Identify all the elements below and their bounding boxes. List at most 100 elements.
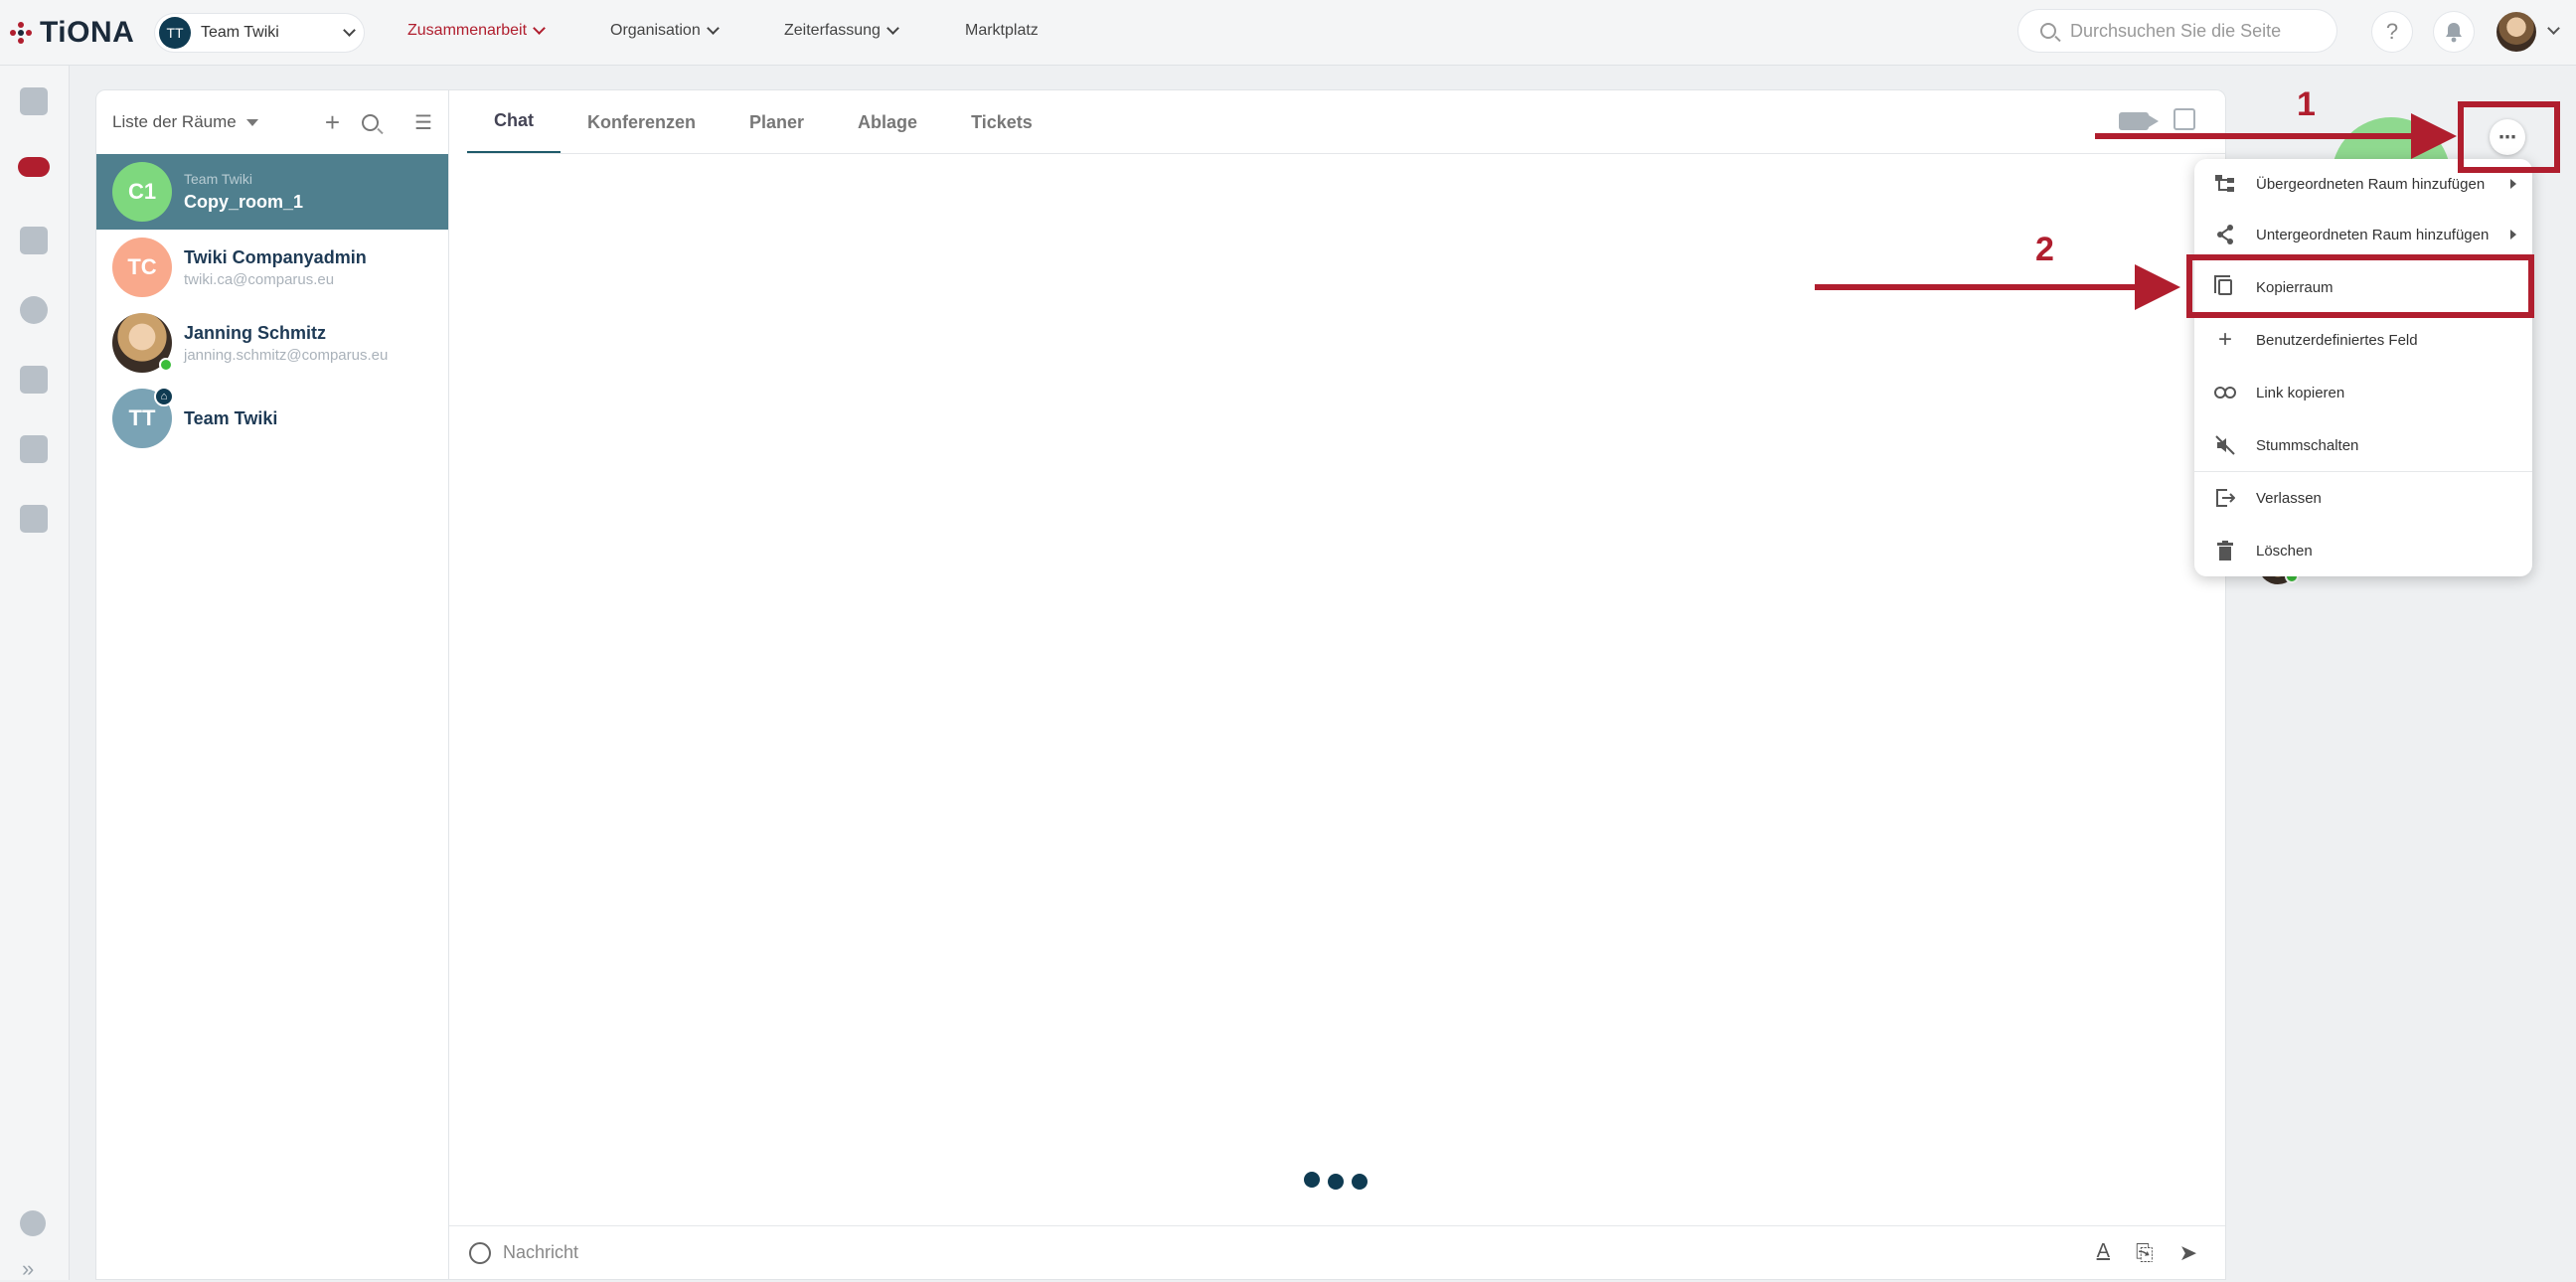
room-name: Twiki Companyadmin bbox=[184, 246, 367, 267]
room-sub: janning.schmitz@comparus.eu bbox=[184, 346, 389, 364]
tab-konferenzen[interactable]: Konferenzen bbox=[561, 90, 723, 154]
left-rail: » bbox=[0, 66, 70, 1282]
logo[interactable]: TiONA bbox=[10, 16, 134, 50]
menu-item-leave[interactable]: Verlassen bbox=[2194, 473, 2532, 523]
nav-label: Zeiterfassung bbox=[784, 22, 881, 39]
menu-item-label: Link kopieren bbox=[2256, 384, 2345, 401]
divider bbox=[467, 153, 2225, 154]
chevron-down-icon bbox=[343, 23, 356, 37]
room-list-header: Liste der Räume + ☰ bbox=[96, 90, 448, 154]
sort-icon[interactable]: ☰ bbox=[414, 110, 432, 135]
timer-icon[interactable] bbox=[20, 296, 48, 324]
message-input[interactable]: Nachricht bbox=[503, 1242, 578, 1263]
room-name: Janning Schmitz bbox=[184, 322, 327, 343]
document-icon[interactable] bbox=[20, 366, 48, 394]
room-avatar: TT ⌂ bbox=[112, 387, 174, 448]
team-select[interactable]: TT Team Twiki bbox=[155, 14, 364, 52]
calendar-icon[interactable] bbox=[20, 227, 48, 254]
trash-icon bbox=[2214, 540, 2236, 561]
annotation-arrow-head bbox=[2411, 113, 2457, 159]
top-bar: TiONA TT Team Twiki Zusammenarbeit Organ… bbox=[0, 0, 2576, 66]
room-list-title[interactable]: Liste der Räume bbox=[112, 112, 258, 132]
chevron-down-icon bbox=[706, 21, 720, 35]
room-team: Team Twiki bbox=[184, 171, 252, 187]
tab-ablage[interactable]: Ablage bbox=[831, 90, 944, 154]
video-call-icon[interactable] bbox=[2119, 112, 2159, 130]
annotation-step-2: 2 bbox=[2035, 231, 2054, 268]
room-avatar: TC bbox=[112, 238, 172, 297]
tab-chat[interactable]: Chat bbox=[467, 90, 561, 154]
room-list: Liste der Räume + ☰ C1 Team Twiki Copy_r… bbox=[95, 89, 449, 1280]
highlight-copy-room bbox=[2186, 254, 2534, 318]
search-input[interactable]: Durchsuchen Sie die Seite bbox=[2018, 10, 2336, 52]
team-select-label: Team Twiki bbox=[201, 24, 279, 41]
menu-item-label: Verlassen bbox=[2256, 489, 2322, 507]
help-icon: ? bbox=[2385, 19, 2399, 44]
online-status-icon bbox=[159, 358, 173, 372]
nav-marktplatz[interactable]: Marktplatz bbox=[965, 22, 1039, 40]
room-avatar: C1 bbox=[112, 162, 172, 222]
nav-label: Organisation bbox=[610, 22, 701, 39]
annotation-arrow-head bbox=[2135, 264, 2180, 310]
add-room-icon[interactable]: + bbox=[325, 107, 340, 138]
link-icon bbox=[2214, 382, 2236, 403]
notifications-button[interactable] bbox=[2434, 12, 2474, 52]
highlight-more-button bbox=[2458, 101, 2560, 173]
tab-planer[interactable]: Planer bbox=[723, 90, 831, 154]
menu-item-custom-field[interactable]: + Benutzerdefiniertes Feld bbox=[2194, 315, 2532, 365]
annotation-arrow-line bbox=[1815, 284, 2139, 290]
menu-item-label: Stummschalten bbox=[2256, 436, 2359, 454]
help-button[interactable]: ? bbox=[2372, 12, 2412, 52]
room-name: Copy_room_1 bbox=[184, 192, 304, 212]
menu-item-copy-link[interactable]: Link kopieren bbox=[2194, 368, 2532, 417]
share-icon bbox=[2214, 224, 2236, 245]
room-name: Team Twiki bbox=[184, 407, 278, 428]
search-placeholder: Durchsuchen Sie die Seite bbox=[2070, 20, 2282, 41]
dashboard-icon[interactable] bbox=[20, 87, 48, 115]
loading-dot bbox=[1328, 1174, 1344, 1190]
team-avatar: TT bbox=[159, 17, 191, 49]
loading-indicator bbox=[1304, 1172, 1368, 1190]
tabs: Chat Konferenzen Planer Ablage Tickets bbox=[467, 90, 1059, 154]
nav-organisation[interactable]: Organisation bbox=[610, 21, 720, 40]
tab-tickets[interactable]: Tickets bbox=[944, 90, 1059, 154]
search-icon[interactable] bbox=[362, 113, 380, 131]
room-context-menu: Übergeordneten Raum hinzufügen Untergeor… bbox=[2194, 159, 2532, 576]
attachment-icon[interactable]: ⎘ bbox=[2136, 1240, 2154, 1266]
chevron-down-icon bbox=[533, 21, 546, 35]
menu-item-label: Übergeordneten Raum hinzufügen bbox=[2256, 175, 2486, 193]
menu-item-mute[interactable]: Stummschalten bbox=[2194, 420, 2532, 470]
logo-text: TiONA bbox=[40, 16, 135, 49]
plus-icon: + bbox=[2217, 326, 2232, 353]
menu-item-add-child-room[interactable]: Untergeordneten Raum hinzufügen bbox=[2194, 210, 2532, 259]
nav-label: Marktplatz bbox=[965, 22, 1039, 39]
user-settings-icon[interactable] bbox=[20, 1210, 46, 1236]
room-item-copy-room-1[interactable]: C1 Team Twiki Copy_room_1 bbox=[96, 154, 448, 230]
briefcase-icon[interactable] bbox=[20, 505, 48, 533]
menu-item-delete[interactable]: Löschen bbox=[2194, 526, 2532, 575]
toggle-panel-icon[interactable] bbox=[2174, 108, 2195, 130]
message-composer[interactable]: Nachricht A ⎘ ➤ bbox=[449, 1225, 2225, 1279]
submenu-arrow-icon bbox=[2510, 230, 2516, 240]
expand-icon[interactable]: » bbox=[22, 1256, 34, 1282]
submenu-arrow-icon bbox=[2510, 179, 2516, 189]
room-list-title-label: Liste der Räume bbox=[112, 112, 237, 131]
emoji-icon[interactable] bbox=[469, 1241, 491, 1264]
user-avatar[interactable] bbox=[2496, 12, 2536, 52]
team-icon[interactable] bbox=[18, 157, 50, 177]
search-icon bbox=[2040, 23, 2056, 39]
nav-zusammenarbeit[interactable]: Zusammenarbeit bbox=[407, 21, 546, 40]
logo-icon bbox=[10, 22, 32, 44]
menu-item-label: Untergeordneten Raum hinzufügen bbox=[2256, 226, 2490, 243]
avatar bbox=[112, 313, 173, 373]
text-format-icon[interactable]: A bbox=[2097, 1240, 2110, 1266]
room-item-twiki-companyadmin[interactable]: TC Twiki Companyadmin twiki.ca@comparus.… bbox=[96, 230, 448, 305]
room-item-janning-schmitz[interactable]: Janning Schmitz janning.schmitz@comparus… bbox=[96, 305, 448, 381]
send-icon[interactable]: ➤ bbox=[2179, 1240, 2197, 1266]
loading-dot bbox=[1304, 1172, 1320, 1188]
nav-zeiterfassung[interactable]: Zeiterfassung bbox=[784, 21, 899, 40]
room-item-team-twiki[interactable]: TT ⌂ Team Twiki bbox=[96, 381, 448, 456]
task-icon[interactable] bbox=[20, 435, 48, 463]
chevron-down-icon[interactable] bbox=[2547, 22, 2560, 35]
home-icon: ⌂ bbox=[154, 387, 174, 406]
